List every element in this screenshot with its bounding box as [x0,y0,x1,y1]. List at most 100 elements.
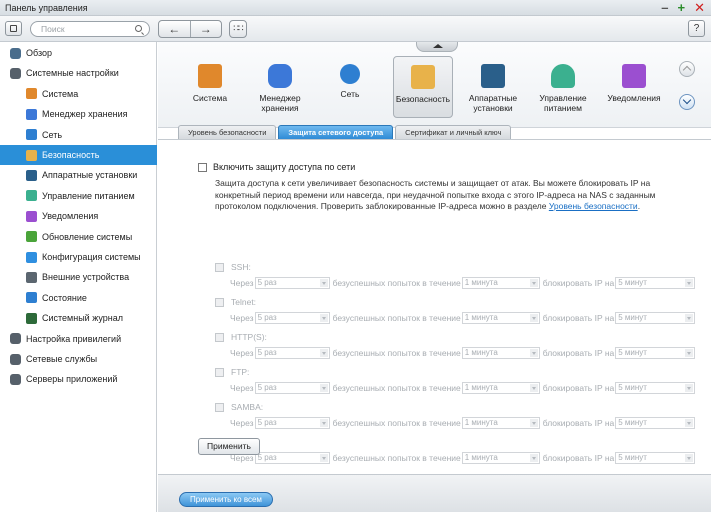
block-duration-select[interactable]: 5 минут [615,452,696,464]
sidebar-item[interactable]: Система [0,84,157,104]
sidebar-item-label: Состояние [42,292,87,303]
attempts-select[interactable]: 5 раз [254,417,330,429]
scroll-up-button[interactable] [679,61,695,77]
sidebar-item[interactable]: Управление питанием [0,186,157,206]
sidebar-item[interactable]: Системный журнал [0,308,157,328]
search-input[interactable]: Поиск [30,21,150,37]
apply-all-button[interactable]: Применить ко всем [179,492,273,507]
power-icon [551,64,575,88]
help-button[interactable]: ? [688,20,705,37]
security-level-link[interactable]: Уровень безопасности [549,201,638,211]
sidebar-item[interactable]: Системные настройки [0,63,157,83]
sidebar-item-label: Обзор [26,48,52,58]
category-lock[interactable]: Безопасность [393,56,453,118]
tab[interactable]: Уровень безопасности [178,125,277,139]
enable-protection-label: Включить защиту доступа по сети [213,162,356,172]
period-select[interactable]: 1 минута [461,452,540,464]
apply-button[interactable]: Применить [198,438,260,455]
sidebar-item[interactable]: Безопасность [0,145,157,165]
protocol-rule: Через 5 раз безуспешных попыток в течение 1… [230,417,698,429]
block-duration-select[interactable]: 5 минут [615,347,696,359]
through-label: Через [230,383,254,393]
attempts-select[interactable]: 5 раз [254,277,330,289]
period-select[interactable]: 1 минута [461,312,540,324]
category-notification[interactable]: Уведомления [604,56,664,118]
protocol-checkbox[interactable] [215,403,224,413]
tab[interactable]: Защита сетевого доступа [278,125,394,139]
search-placeholder: Поиск [41,24,65,34]
block-duration-select[interactable]: 5 минут [615,277,696,289]
block-duration-select[interactable]: 5 минут [615,417,696,429]
sidebar-item[interactable]: Конфигурация системы [0,247,157,267]
app-server-icon [10,373,21,385]
sidebar-item[interactable]: Серверы приложений [0,369,157,389]
attempts-label: безуспешных попыток в течение [332,313,461,323]
attempts-label: безуспешных попыток в течение [332,418,461,428]
period-select[interactable]: 1 минута [461,277,540,289]
sidebar-item[interactable]: Обновление системы [0,227,157,247]
close-icon[interactable]: ✕ [694,0,705,16]
sidebar-item[interactable]: Менеджер хранения [0,104,157,124]
category-label: Аппаратные установки [468,93,518,113]
period-select[interactable]: 1 минута [461,382,540,394]
protocol-checkbox[interactable] [215,263,224,273]
block-duration-select[interactable]: 5 минут [615,382,696,394]
sidebar-item[interactable]: Уведомления [0,206,157,226]
hardware-icon [481,64,505,88]
protocol-name: HTTP(S): [231,332,267,342]
sidebar-item[interactable]: Сеть [0,125,157,145]
attempts-label: безуспешных попыток в течение [332,453,461,463]
sidebar-item[interactable]: Состояние [0,288,157,308]
protocol-name: SAMBA: [231,402,264,412]
search-icon[interactable] [135,25,142,32]
sidebar-item-label: Управление питанием [42,190,135,201]
protocol-checkbox[interactable] [215,368,224,378]
protocol-name-row: SSH: [215,262,251,273]
storage-icon [268,64,292,88]
footer-bar: Применить ко всем [158,474,711,512]
category-system[interactable]: Система [180,56,240,118]
window-icon [10,25,17,32]
scroll-down-button[interactable] [679,94,695,110]
sidebar-item[interactable]: Настройка привилегий [0,329,157,349]
sidebar-item[interactable]: Внешние устройства [0,267,157,287]
maximize-icon[interactable]: + [678,0,686,16]
tab[interactable]: Сертификат и личный ключ [395,125,512,139]
attempts-select[interactable]: 5 раз [254,347,330,359]
config-icon [26,251,37,263]
category-power[interactable]: Управление питанием [533,56,593,118]
enable-protection-checkbox[interactable] [198,163,207,173]
back-button[interactable]: ← [159,21,190,37]
forward-button[interactable]: → [189,21,222,37]
period-select[interactable]: 1 минута [461,347,540,359]
menu-toggle-button[interactable] [5,21,22,36]
collapse-toggle[interactable] [416,42,458,52]
sidebar-item[interactable]: Сетевые службы [0,349,157,369]
window-title: Панель управления [5,3,88,13]
log-icon [26,312,37,324]
protocol-checkbox[interactable] [215,333,224,343]
protocol-name-row: SAMBA: [215,402,264,413]
sidebar-item[interactable]: Обзор [0,43,157,63]
sidebar-item-label: Сетевые службы [26,354,98,364]
block-duration-select[interactable]: 5 минут [615,312,696,324]
lock-icon [411,65,435,89]
attempts-select[interactable]: 5 раз [254,452,330,464]
hardware-icon [26,169,37,181]
attempts-select[interactable]: 5 раз [254,312,330,324]
minimize-icon[interactable]: – [661,0,668,16]
enable-protection-row[interactable]: Включить защиту доступа по сети [198,162,356,173]
category-hardware[interactable]: Аппаратные установки [463,56,523,118]
protocol-checkbox[interactable] [215,298,224,308]
block-label: блокировать IP на [542,418,615,428]
sidebar-item-label: Менеджер хранения [42,109,128,120]
sidebar-item[interactable]: Аппаратные установки [0,165,157,185]
category-network[interactable]: Сеть [320,56,380,118]
block-label: блокировать IP на [542,348,615,358]
through-label: Через [230,313,254,323]
apps-grid-button[interactable]: ∷∷ [229,20,247,38]
attempts-select[interactable]: 5 раз [254,382,330,394]
sidebar-item-label: Система [42,88,79,99]
period-select[interactable]: 1 минута [461,417,540,429]
category-storage[interactable]: Менеджер хранения [250,56,310,118]
